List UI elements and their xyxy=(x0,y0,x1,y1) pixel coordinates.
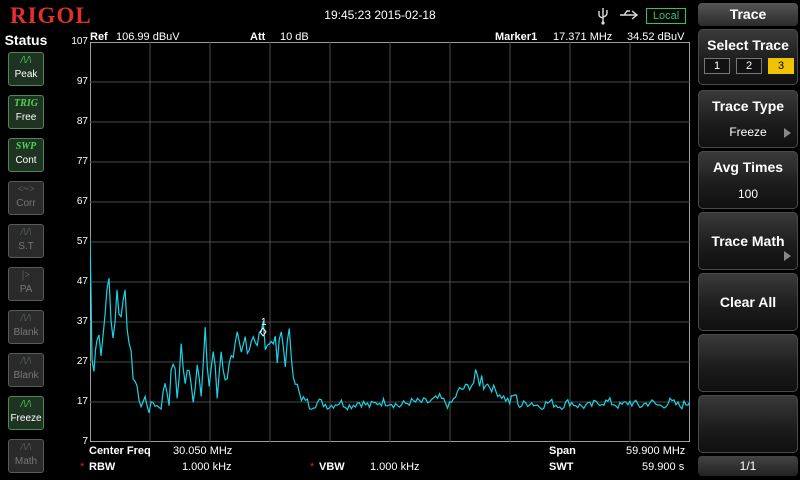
status-s-t-button[interactable]: /\/\ S.T xyxy=(8,224,44,258)
y-tick-label: 47 xyxy=(76,276,88,287)
empty-softkey-7[interactable] xyxy=(698,395,798,453)
status-button-label: PA xyxy=(19,284,33,295)
lan-icon xyxy=(618,8,640,22)
menu-title: Trace xyxy=(698,3,798,26)
usb-icon xyxy=(596,7,610,25)
status-button-label: Blank xyxy=(13,327,39,338)
rbw-value[interactable]: 1.000 kHz xyxy=(182,461,232,473)
remote-mode-badge: Local xyxy=(646,8,686,24)
status-button-label: Math xyxy=(14,456,38,467)
sweep-icon: SWP xyxy=(15,141,37,152)
submenu-arrow-icon xyxy=(784,251,791,261)
center-freq-value[interactable]: 30.050 MHz xyxy=(173,445,232,457)
blank-icon: /\/\ xyxy=(20,356,32,367)
swt-value[interactable]: 59.900 s xyxy=(642,461,684,473)
select-trace-label: Select Trace xyxy=(707,37,789,53)
status-free-button[interactable]: TRIG Free xyxy=(8,95,44,129)
avg-times-label: Avg Times xyxy=(712,159,784,175)
status-math-button[interactable]: /\/\ Math xyxy=(8,439,44,473)
span-value[interactable]: 59.900 MHz xyxy=(626,445,685,457)
y-tick-label: 87 xyxy=(76,116,88,127)
trace-math-softkey[interactable]: Trace Math xyxy=(698,212,798,270)
trig-icon: TRIG xyxy=(14,98,38,109)
status-button-label: Blank xyxy=(13,370,39,381)
status-blank-button[interactable]: /\/\ Blank xyxy=(8,310,44,344)
corr-icon: <~> xyxy=(17,184,35,195)
y-tick-label: 57 xyxy=(76,236,88,247)
swt-label: SWT xyxy=(549,461,574,473)
select-trace-softkey[interactable]: Select Trace xyxy=(698,29,798,85)
status-pa-button[interactable]: |> PA xyxy=(8,267,44,301)
submenu-arrow-icon xyxy=(784,128,791,138)
y-tick-label: 67 xyxy=(76,196,88,207)
status-button-label: Peak xyxy=(14,69,38,80)
status-corr-button[interactable]: <~> Corr xyxy=(8,181,44,215)
status-button-label: Cont xyxy=(15,155,37,166)
status-button-label: Corr xyxy=(16,198,36,209)
avg-times-value: 100 xyxy=(737,187,759,201)
y-tick-label: 17 xyxy=(76,396,88,407)
plot-footer: Center Freq 30.050 MHz Span 59.900 MHz *… xyxy=(80,444,696,480)
spectrum-plot[interactable]: 1 xyxy=(90,42,690,442)
marker-1-label: 1 xyxy=(261,317,267,328)
span-label: Span xyxy=(549,445,576,457)
freeze-icon: /\/\ xyxy=(20,399,32,410)
softkey-menu: Trace Select Trace Trace Type Freeze Avg… xyxy=(696,0,800,480)
y-axis-labels: 107 97 87 77 67 57 47 37 27 17 7 xyxy=(48,32,90,447)
select-trace-option-3[interactable]: 3 xyxy=(768,58,794,74)
status-peak-button[interactable]: /\/\ Peak xyxy=(8,52,44,86)
empty-softkey-6[interactable] xyxy=(698,334,798,392)
blank-icon: /\/\ xyxy=(20,313,32,324)
menu-page-indicator[interactable]: 1/1 xyxy=(698,456,798,476)
vbw-label: VBW xyxy=(319,461,345,473)
y-tick-label: 77 xyxy=(76,156,88,167)
top-bar: RIGOL 19:45:23 2015-02-18 Local xyxy=(0,0,696,32)
brand-logo: RIGOL xyxy=(10,3,92,28)
rbw-label: RBW xyxy=(89,461,116,473)
trace-type-softkey[interactable]: Trace Type Freeze xyxy=(698,90,798,148)
y-tick-label: 27 xyxy=(76,356,88,367)
status-button-label: Freeze xyxy=(10,413,42,424)
status-freeze-button[interactable]: /\/\ Freeze xyxy=(8,396,44,430)
y-tick-label: 107 xyxy=(71,36,88,47)
clear-all-softkey[interactable]: Clear All xyxy=(698,273,798,331)
y-tick-label: 37 xyxy=(76,316,88,327)
date-time: 19:45:23 2015-02-18 xyxy=(324,8,436,22)
y-tick-label: 97 xyxy=(76,76,88,87)
select-trace-option-1[interactable]: 1 xyxy=(704,58,730,74)
peak-icon: /\/\ xyxy=(20,55,32,66)
trace-type-label: Trace Type xyxy=(711,98,785,114)
trace-math-label: Trace Math xyxy=(711,233,785,249)
status-button-label: S.T xyxy=(18,241,34,252)
source-track-icon: /\/\ xyxy=(20,227,32,238)
clear-all-label: Clear All xyxy=(719,294,777,310)
rbw-star: * xyxy=(80,461,85,473)
center-freq-label: Center Freq xyxy=(89,445,151,457)
vbw-value[interactable]: 1.000 kHz xyxy=(370,461,420,473)
status-cont-button[interactable]: SWP Cont xyxy=(8,138,44,172)
status-blank-button[interactable]: /\/\ Blank xyxy=(8,353,44,387)
avg-times-softkey[interactable]: Avg Times 100 xyxy=(698,151,798,209)
vbw-star: * xyxy=(310,461,315,473)
math-icon: /\/\ xyxy=(20,442,32,453)
preamp-icon: |> xyxy=(22,270,30,281)
status-title: Status xyxy=(4,32,48,48)
select-trace-option-2[interactable]: 2 xyxy=(736,58,762,74)
trace-type-value: Freeze xyxy=(729,125,767,139)
status-button-label: Free xyxy=(15,112,37,123)
